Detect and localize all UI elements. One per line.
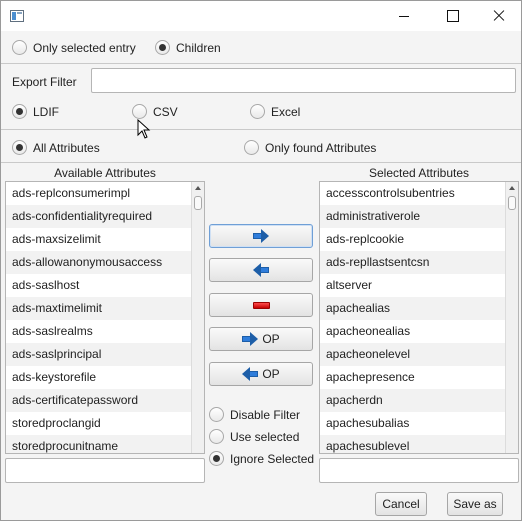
minus-icon [252,301,270,309]
radio-indicator [209,429,224,444]
minimize-button[interactable] [381,1,427,31]
list-item[interactable]: apachealias [320,297,518,320]
radio-label: Use selected [230,429,300,444]
available-filter-field[interactable] [5,458,205,483]
title-bar [1,1,521,31]
export-filter-field[interactable] [91,68,516,93]
list-item[interactable]: ads-replcookie [320,228,518,251]
radio-use-selected[interactable]: Use selected [209,429,299,444]
radio-label: Ignore Selected [230,451,315,466]
radio-label: All Attributes [33,140,100,155]
list-item[interactable]: storedproclangid [6,412,204,435]
arrow-left-icon [253,263,269,277]
divider [1,63,521,64]
radio-indicator [155,40,170,55]
list-item[interactable]: apacheonealias [320,320,518,343]
radio-indicator [12,104,27,119]
arrow-right-icon [242,332,259,346]
radio-label: Only found Attributes [265,140,377,155]
radio-indicator [12,140,27,155]
radio-ldif[interactable]: LDIF [12,104,59,119]
vertical-scrollbar[interactable] [505,182,518,453]
radio-disable-filter[interactable]: Disable Filter [209,407,300,422]
list-item[interactable]: apacheonelevel [320,343,518,366]
radio-indicator [132,104,147,119]
scroll-up-arrow-icon[interactable] [509,186,515,190]
list-item[interactable]: administrativerole [320,205,518,228]
list-item[interactable]: apachesubalias [320,412,518,435]
arrow-left-icon [242,367,259,381]
export-filter-label: Export Filter [12,75,77,89]
add-operational-button[interactable]: OP [209,327,313,351]
vertical-scrollbar[interactable] [191,182,204,453]
list-item[interactable]: altserver [320,274,518,297]
radio-ignore-selected[interactable]: Ignore Selected [209,451,314,466]
list-item[interactable]: ads-repllastsentcsn [320,251,518,274]
radio-label: Excel [271,104,301,119]
radio-indicator [244,140,259,155]
list-item[interactable]: ads-saslprincipal [6,343,204,366]
radio-only-found-attributes[interactable]: Only found Attributes [244,140,376,155]
export-dialog: Only selected entry Children Export Filt… [0,0,522,521]
radio-label: Disable Filter [230,407,301,422]
remove-operational-button[interactable]: OP [209,362,313,386]
radio-indicator [12,40,27,55]
list-item[interactable]: storedprocunitname [6,435,204,453]
radio-indicator [209,407,224,422]
scrollbar-thumb[interactable] [508,196,516,210]
save-as-button[interactable]: Save as [447,492,503,516]
close-button[interactable] [475,1,521,31]
op-label: OP [262,332,280,346]
radio-indicator [209,451,224,466]
list-item[interactable]: ads-allowanonymousaccess [6,251,204,274]
list-item[interactable]: ads-saslrealms [6,320,204,343]
app-icon [10,10,24,22]
mouse-pointer-icon [137,119,151,139]
selected-attributes-list[interactable]: accesscontrolsubentries administrativero… [319,181,519,454]
list-item[interactable]: ads-certificatepassword [6,389,204,412]
available-filter-input[interactable] [6,459,204,482]
list-item[interactable]: apachesublevel [320,435,518,453]
radio-label: Children [176,40,221,55]
arrow-right-icon [253,229,269,243]
op-label: OP [262,367,280,381]
clear-attributes-button[interactable] [209,293,313,317]
radio-children[interactable]: Children [155,40,221,55]
selected-filter-input[interactable] [320,459,518,482]
list-item[interactable]: ads-saslhost [6,274,204,297]
radio-all-attributes[interactable]: All Attributes [12,140,100,155]
available-attributes-list[interactable]: ads-replconsumerimpl ads-confidentiality… [5,181,205,454]
selected-attributes-heading: Selected Attributes [368,166,470,180]
radio-label: Only selected entry [33,40,136,55]
divider [1,129,521,130]
export-filter-input[interactable] [92,69,515,92]
cancel-button[interactable]: Cancel [375,492,427,516]
radio-excel[interactable]: Excel [250,104,300,119]
remove-attribute-button[interactable] [209,258,313,282]
list-item[interactable]: accesscontrolsubentries [320,182,518,205]
radio-csv[interactable]: CSV [132,104,178,119]
list-item[interactable]: ads-maxtimelimit [6,297,204,320]
list-item[interactable]: ads-replconsumerimpl [6,182,204,205]
selected-filter-field[interactable] [319,458,519,483]
scroll-up-arrow-icon[interactable] [195,186,201,190]
list-item[interactable]: ads-maxsizelimit [6,228,204,251]
maximize-button[interactable] [429,1,475,31]
radio-label: CSV [153,104,178,119]
list-item[interactable]: ads-keystorefile [6,366,204,389]
radio-only-selected-entry[interactable]: Only selected entry [12,40,136,55]
radio-label: LDIF [33,104,60,119]
radio-indicator [250,104,265,119]
available-attributes-heading: Available Attributes [54,166,156,180]
list-item[interactable]: ads-confidentialityrequired [6,205,204,228]
scrollbar-thumb[interactable] [194,196,202,210]
add-attribute-button[interactable] [209,224,313,248]
divider [1,162,521,163]
list-item[interactable]: apachepresence [320,366,518,389]
list-item[interactable]: apacherdn [320,389,518,412]
